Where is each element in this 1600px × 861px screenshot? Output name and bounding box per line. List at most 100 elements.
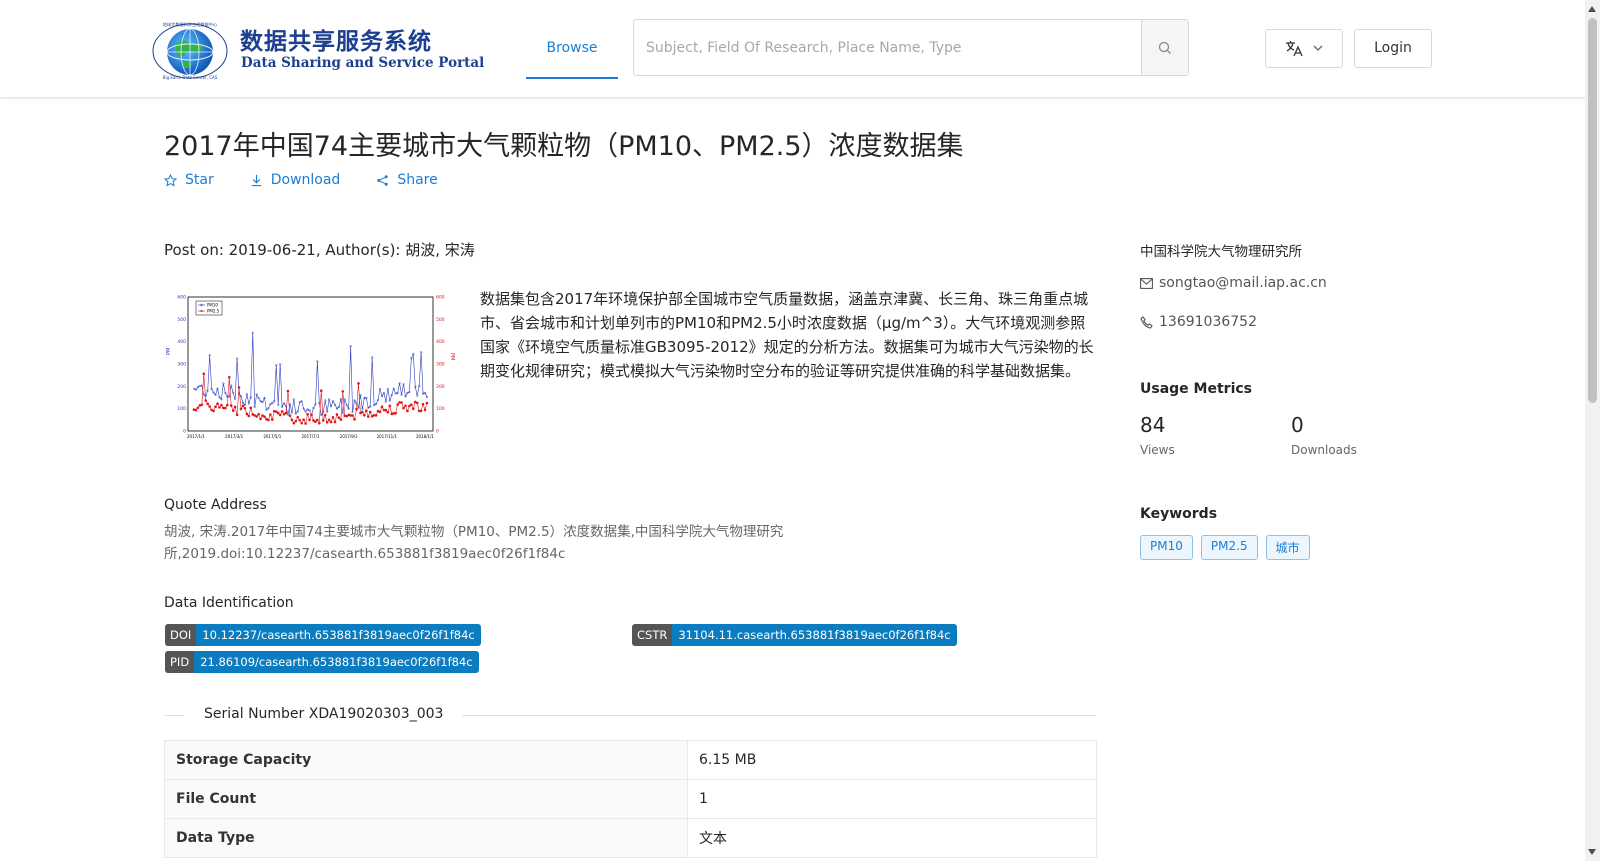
thumb-point [331,416,335,419]
thumb-x-tick: 2017/11/1 [377,434,398,439]
login-button[interactable]: Login [1354,29,1432,68]
doi-tag[interactable]: DOI 10.12237/casearth.653881f3819aec0f26… [165,624,481,646]
scroll-up-arrow[interactable] [1588,6,1596,12]
table-key: Data Type [164,818,688,858]
thumb-point [231,409,235,412]
thumb-point [368,410,372,414]
thumb-point [280,410,284,413]
thumb-point [196,406,200,410]
thumb-point [225,403,229,407]
phone-icon [1140,315,1153,329]
keyword-tag[interactable]: PM10 [1140,535,1193,560]
thumb-point [290,418,294,422]
pid-tag[interactable]: PID 21.86109/casearth.653881f3819aec0f26… [165,651,479,673]
search-button[interactable] [1141,20,1188,75]
cstr-tag[interactable]: CSTR 31104.11.casearth.653881f3819aec0f2… [632,624,957,646]
thumb-point [353,418,356,421]
thumb-point [194,408,198,412]
thumb-point [366,415,370,418]
thumb-right-tick: 300 [436,362,445,368]
thumb-left-tick: 200 [177,384,186,390]
thumb-point [255,415,258,418]
thumb-left-axis-label: PM [166,348,172,355]
data-identification-label: Data Identification [164,595,294,611]
thumb-point [294,419,298,423]
thumb-point [396,403,399,406]
authors: 胡波, 宋涛 [405,241,475,259]
post-prefix: Post on: [164,241,229,259]
downloads-label: Downloads [1291,443,1357,457]
dataset-description: 数据集包含2017年环境保护部全国城市空气质量数据，涵盖京津冀、长三角、珠三角重… [480,290,1094,380]
contact-phone: 13691036752 [1140,314,1257,330]
download-icon [251,174,261,186]
serial-number-divider: Serial Number XDA19020303_003 [164,706,1096,726]
download-label: Download [270,172,341,188]
thumb-point [357,382,360,385]
thumb-point [314,420,317,423]
thumb-point [304,422,307,425]
thumb-point [241,404,245,408]
thumb-right-tick: 100 [436,406,445,412]
thumb-x-tick: 2017/5/1 [263,434,281,439]
nav-browse-tab[interactable]: Browse [526,0,618,79]
portal-logo[interactable]: 地球大数据科学工程数据中心 Big Earth Data Center, CAS… [152,18,484,80]
thumb-point [235,413,239,417]
post-date: 2019-06-21 [228,241,316,259]
thumb-point [259,417,262,421]
thumb-right-axis-label: PM [449,353,455,360]
thumb-point [388,404,392,408]
thumb-point [202,372,206,376]
table-key: File Count [164,779,688,819]
logo-title-en: Data Sharing and Service Portal [241,55,485,71]
contact-email[interactable]: songtao@mail.iap.ac.cn [1140,275,1327,291]
table-row: Storage Capacity 6.15 MB [164,740,1097,780]
thumb-point [425,401,429,405]
thumb-point [300,421,303,425]
thumb-point [204,399,208,402]
thumb-right-tick: 600 [436,295,445,301]
quote-address-text: 胡波, 宋涛.2017年中国74主要城市大气颗粒物（PM10、PM2.5）浓度数… [164,524,784,562]
thumb-point [380,405,384,409]
search-input[interactable] [634,20,1142,75]
chevron-down-icon [1313,45,1323,51]
language-switch-button[interactable] [1265,29,1343,68]
table-value: 1 [687,779,1097,819]
mail-icon [1140,277,1153,289]
thumb-right-tick: 0 [436,429,439,435]
thumb-point [308,418,311,422]
downloads-count: 0 [1291,413,1304,437]
thumb-point [319,389,323,393]
thumb-left-tick: 600 [177,295,186,301]
thumb-point [208,405,211,408]
keyword-tag[interactable]: PM2.5 [1200,535,1258,560]
thumb-x-tick: 2017/7/1 [302,434,320,439]
page-scrollbar[interactable] [1585,0,1600,861]
thumb-point [229,404,233,407]
thumb-point [327,418,331,422]
thumb-point [237,386,241,389]
keyword-tag[interactable]: 城市 [1265,535,1310,560]
download-button[interactable]: Download [250,172,341,188]
divider-line-left [164,715,184,716]
table-value: 6.15 MB [687,740,1097,780]
thumb-point [276,411,280,415]
star-button[interactable]: Star [164,172,214,188]
thumb-point [323,413,327,417]
thumb-point [243,407,247,410]
thumb-point [224,406,227,410]
scrollbar-thumb[interactable] [1588,18,1597,403]
thumb-point [245,412,249,416]
share-icon [377,174,389,186]
thumb-point [286,389,290,393]
thumb-legend-pm25: PM2.5 [207,309,220,314]
thumb-point [415,401,419,405]
thumb-point [220,403,223,407]
thumb-point [292,421,296,425]
share-button[interactable]: Share [376,172,438,188]
thumb-point [271,418,274,421]
scroll-down-arrow[interactable] [1588,849,1596,855]
thumb-point [278,413,282,417]
thumb-point [355,407,358,411]
table-row: Data Type 文本 [164,818,1097,858]
thumb-point [296,415,300,419]
